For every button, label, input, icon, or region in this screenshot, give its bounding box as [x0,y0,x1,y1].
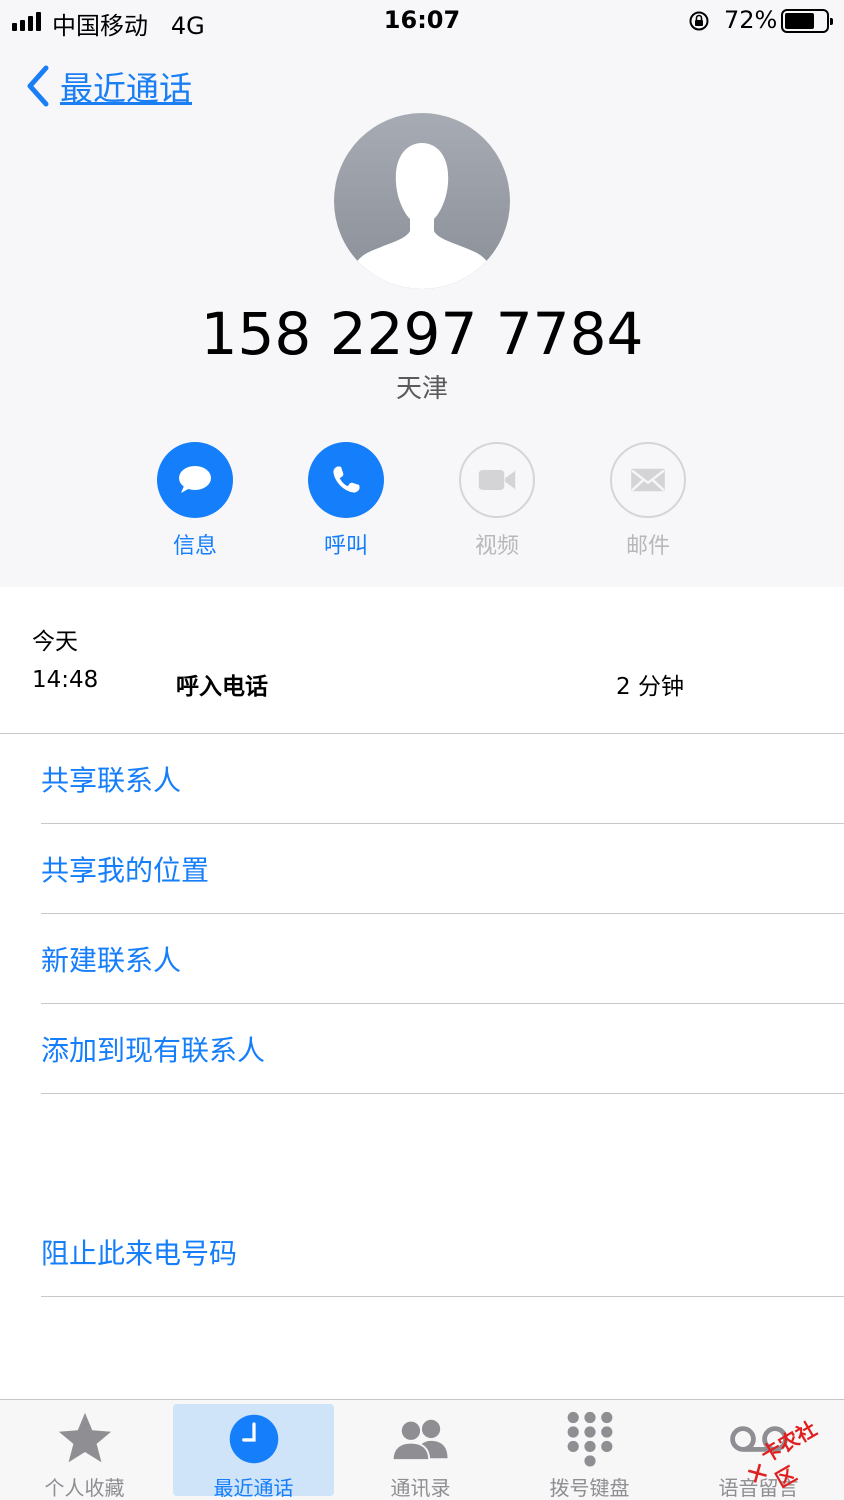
add-to-existing-contact-option[interactable]: 添加到现有联系人 [41,1004,844,1094]
tab-contacts[interactable]: 通讯录 [340,1400,501,1500]
share-contact-option[interactable]: 共享联系人 [41,734,844,824]
rotation-lock-icon [689,11,709,31]
star-icon [53,1408,117,1470]
keypad-dot [600,1411,612,1424]
video-button[interactable]: 视频 [459,442,535,560]
video-icon [459,442,535,518]
tab-favorites[interactable]: 个人收藏 [4,1400,165,1500]
clock-icon [222,1408,286,1470]
message-icon [157,442,233,518]
mail-icon [610,442,686,518]
phone-number: 158 2297 7784 [200,300,644,368]
tab-keypad[interactable]: 拨号键盘 [509,1400,670,1500]
keypad-icon [558,1408,622,1470]
clock-time: 16:07 [383,6,461,34]
back-button[interactable]: 最近通话 [22,62,192,110]
call-type: 呼入电话 [176,674,268,700]
keypad-dot [583,1411,596,1424]
keypad-dot [583,1440,596,1453]
message-button[interactable]: 信息 [157,442,233,560]
person-silhouette-icon [350,143,494,289]
keypad-dot [600,1426,612,1438]
keypad-dot [583,1426,596,1438]
number-location: 天津 [395,374,448,404]
tab-recents-label: 最近通话 [213,1476,294,1500]
tab-contacts-label: 通讯录 [390,1476,451,1500]
message-label: 信息 [172,534,217,559]
chevron-left-icon [27,65,49,107]
keypad-dot [583,1455,596,1467]
tab-keypad-label: 拨号键盘 [549,1476,630,1500]
status-bar: 中国移动 4G 16:07 72% [0,0,844,44]
tab-favorites-label: 个人收藏 [44,1476,125,1500]
call-time: 14:48 [32,667,99,693]
contacts-icon [389,1408,453,1470]
call-duration: 2 分钟 [616,674,684,700]
call-label: 呼叫 [323,534,368,559]
keypad-dot [567,1411,579,1424]
video-label: 视频 [474,534,519,559]
block-caller-option[interactable]: 阻止此来电号码 [41,1207,844,1297]
tab-bar: 个人收藏 最近通话 通讯录 拨号键盘 语音留言 [0,1399,844,1500]
keypad-dot [567,1426,579,1438]
battery-icon [781,9,833,33]
keypad-dot [600,1440,612,1453]
call-button[interactable]: 呼叫 [308,442,384,560]
new-contact-option[interactable]: 新建联系人 [41,914,844,1004]
contact-avatar [334,113,510,289]
mail-button[interactable]: 邮件 [610,442,686,560]
back-button-label: 最近通话 [60,69,192,108]
mail-label: 邮件 [625,534,670,559]
battery-percent: 72% [724,6,778,34]
share-location-option[interactable]: 共享我的位置 [41,824,844,914]
phone-icon [308,442,384,518]
history-date: 今天 [32,629,78,655]
keypad-dot [567,1440,579,1453]
tab-recents[interactable]: 最近通话 [173,1400,334,1500]
